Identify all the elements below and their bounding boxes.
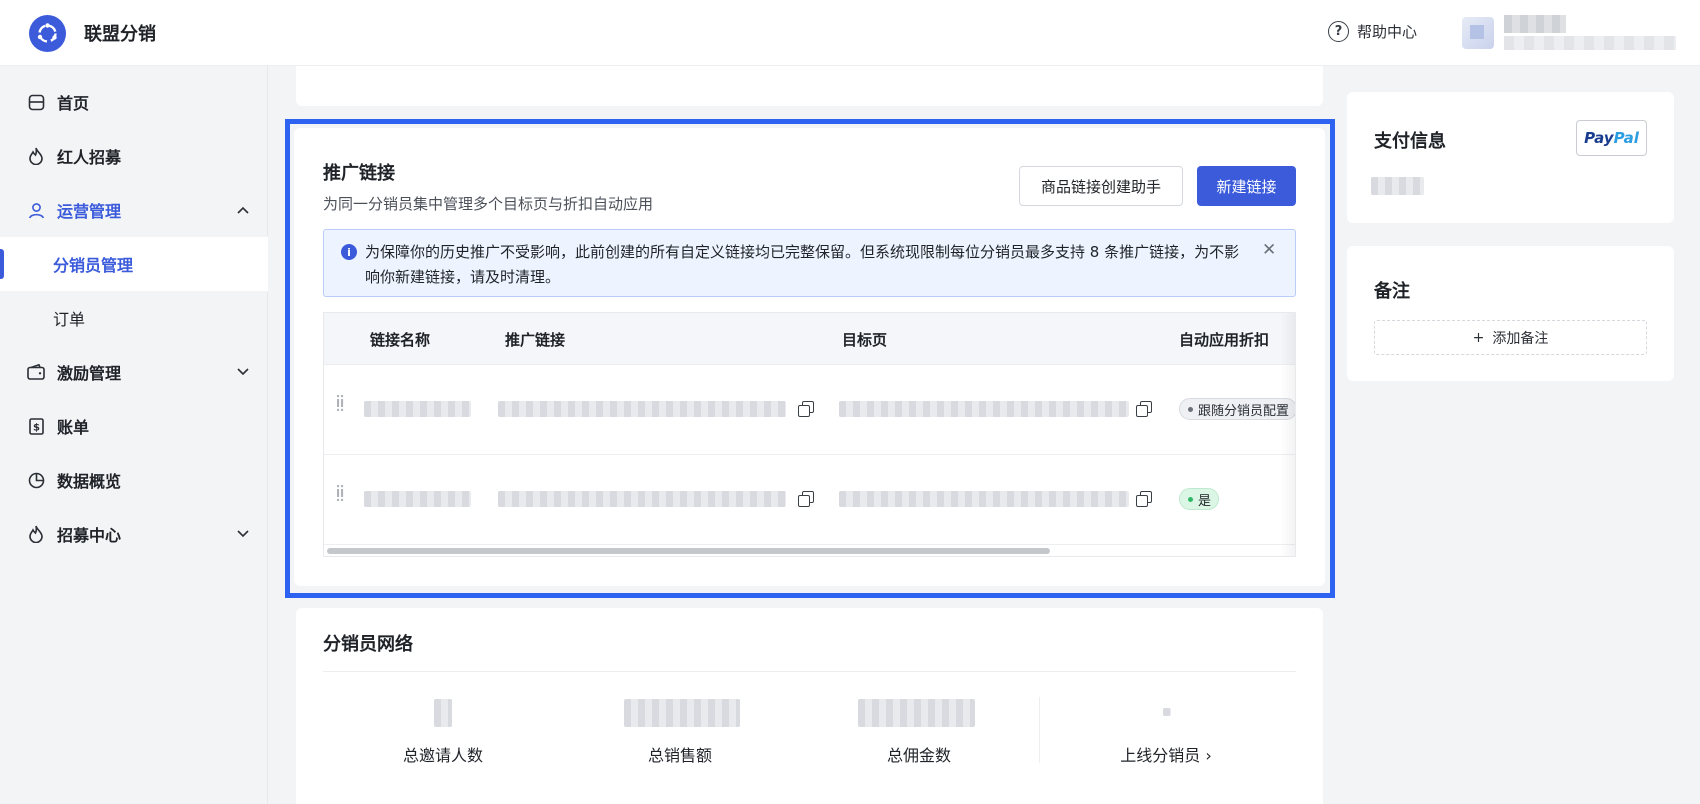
table-row[interactable]: ⠿ ⠿ 是 bbox=[324, 455, 1295, 545]
chevron-up-icon bbox=[236, 203, 250, 217]
sidebar-item-recruitment-center[interactable]: 招募中心 bbox=[0, 507, 268, 561]
total-commission-label: 总佣金数 bbox=[886, 746, 951, 765]
app-logo[interactable] bbox=[29, 15, 66, 52]
table-header: 链接名称 推广链接 目标页 自动应用折扣 bbox=[324, 313, 1295, 365]
link-limit-alert: i 为保障你的历史推广不受影响，此前创建的所有自定义链接均已完整保留。但系统现限… bbox=[323, 229, 1296, 297]
total-invites-label: 总邀请人数 bbox=[402, 746, 483, 765]
question-circle-icon: ? bbox=[1328, 21, 1349, 42]
flame-icon bbox=[27, 147, 45, 165]
sidebar: 首页 红人招募 运营管理 分销员管理 订单 激励管理 $ 账单 数据概览 招募中… bbox=[0, 66, 268, 804]
paypal-logo: Pay Pal bbox=[1576, 120, 1647, 156]
promotion-links-table: 链接名称 推广链接 目标页 自动应用折扣 ⠿ ⠿ 跟随分销员配置 ⠿ ⠿ 是 bbox=[323, 312, 1296, 557]
drag-handle-icon[interactable]: ⠿ ⠿ bbox=[335, 395, 345, 415]
user-name-redacted[interactable] bbox=[1504, 15, 1566, 33]
distributor-network-title: 分销员网络 bbox=[323, 634, 413, 655]
link-name-redacted bbox=[364, 401, 471, 417]
app-name: 联盟分销 bbox=[84, 24, 156, 45]
user-avatar[interactable] bbox=[1462, 17, 1494, 49]
sidebar-item-label: 运营管理 bbox=[57, 202, 122, 221]
total-invites-value-redacted bbox=[434, 699, 452, 727]
user-icon bbox=[27, 201, 45, 219]
sidebar-item-label: 账单 bbox=[57, 418, 90, 437]
total-sales-value-redacted bbox=[624, 699, 740, 727]
sidebar-item-label: 激励管理 bbox=[57, 364, 122, 383]
payment-info-title: 支付信息 bbox=[1374, 131, 1446, 152]
sidebar-item-home[interactable]: 首页 bbox=[0, 75, 268, 129]
upline-value-redacted bbox=[1163, 708, 1171, 716]
promotion-links-title: 推广链接 bbox=[323, 163, 395, 184]
sidebar-item-label: 首页 bbox=[57, 94, 90, 113]
target-page-redacted bbox=[839, 491, 1129, 507]
column-header-target-page: 目标页 bbox=[842, 331, 888, 349]
previous-card-bottom bbox=[296, 66, 1323, 106]
sidebar-item-label: 分销员管理 bbox=[53, 256, 134, 275]
payment-info-card bbox=[1347, 92, 1674, 223]
sidebar-item-operations[interactable]: 运营管理 bbox=[0, 183, 268, 237]
home-icon bbox=[27, 93, 45, 111]
horizontal-scrollbar[interactable] bbox=[327, 548, 1050, 554]
notes-title: 备注 bbox=[1374, 281, 1410, 302]
sidebar-item-distributor-management[interactable]: 分销员管理 bbox=[0, 237, 268, 291]
chevron-down-icon bbox=[236, 365, 250, 379]
sidebar-item-orders[interactable]: 订单 bbox=[0, 291, 268, 345]
column-header-link-name: 链接名称 bbox=[370, 331, 431, 349]
help-center-link[interactable]: ? 帮助中心 bbox=[1328, 21, 1417, 42]
logo-mark-icon bbox=[37, 23, 57, 43]
add-note-label: 添加备注 bbox=[1492, 330, 1549, 347]
column-header-promo-link: 推广链接 bbox=[505, 331, 566, 349]
chevron-down-icon bbox=[236, 527, 250, 541]
top-header: 联盟分销 ? 帮助中心 bbox=[0, 0, 1700, 66]
target-page-redacted bbox=[839, 401, 1129, 417]
paypal-logo-part2: Pal bbox=[1613, 129, 1639, 147]
discount-status-label: 是 bbox=[1198, 493, 1212, 509]
promo-link-redacted bbox=[498, 491, 786, 507]
drag-handle-icon[interactable]: ⠿ ⠿ bbox=[335, 485, 345, 505]
total-commission-value-redacted bbox=[858, 699, 975, 727]
payment-account-redacted bbox=[1371, 177, 1424, 195]
sidebar-item-label: 订单 bbox=[53, 310, 86, 329]
stat-divider bbox=[1039, 697, 1040, 763]
sidebar-item-incentives[interactable]: 激励管理 bbox=[0, 345, 268, 399]
svg-text:$: $ bbox=[33, 422, 40, 433]
discount-status-tag: 是 bbox=[1179, 488, 1220, 510]
help-center-label: 帮助中心 bbox=[1357, 23, 1418, 41]
new-link-button[interactable]: 新建链接 bbox=[1197, 166, 1296, 206]
notes-card bbox=[1347, 246, 1674, 381]
upline-distributor-link[interactable]: 上线分销员 › bbox=[1086, 742, 1246, 766]
copy-icon[interactable] bbox=[1136, 491, 1152, 507]
sidebar-item-label: 招募中心 bbox=[57, 526, 122, 545]
product-link-helper-button[interactable]: 商品链接创建助手 bbox=[1019, 166, 1183, 206]
wallet-icon bbox=[27, 363, 45, 381]
paypal-logo-part1: Pay bbox=[1584, 129, 1614, 147]
close-icon[interactable]: ✕ bbox=[1262, 240, 1276, 260]
user-email-redacted[interactable] bbox=[1504, 36, 1676, 50]
flame-icon bbox=[27, 525, 45, 543]
add-note-button[interactable]: + 添加备注 bbox=[1374, 320, 1647, 355]
dollar-icon: $ bbox=[27, 417, 45, 435]
link-name-redacted bbox=[364, 491, 471, 507]
info-icon: i bbox=[341, 244, 357, 260]
plus-icon: + bbox=[1472, 329, 1485, 346]
promotion-links-subtitle: 为同一分销员集中管理多个目标页与折扣自动应用 bbox=[323, 195, 654, 213]
promo-link-redacted bbox=[498, 401, 786, 417]
total-sales-label: 总销售额 bbox=[647, 746, 712, 765]
sidebar-item-bills[interactable]: $ 账单 bbox=[0, 399, 268, 453]
section-divider bbox=[323, 671, 1296, 672]
table-row[interactable]: ⠿ ⠿ 跟随分销员配置 bbox=[324, 365, 1295, 455]
copy-icon[interactable] bbox=[1136, 401, 1152, 417]
discount-status-tag: 跟随分销员配置 bbox=[1179, 398, 1295, 420]
column-header-auto-discount: 自动应用折扣 bbox=[1179, 331, 1270, 349]
sidebar-item-data-overview[interactable]: 数据概览 bbox=[0, 453, 268, 507]
status-dot bbox=[1188, 406, 1193, 412]
copy-icon[interactable] bbox=[798, 491, 814, 507]
pie-chart-icon bbox=[27, 471, 45, 489]
status-dot bbox=[1188, 496, 1193, 502]
sidebar-item-label: 红人招募 bbox=[57, 148, 122, 167]
alert-message: 为保障你的历史推广不受影响，此前创建的所有自定义链接均已完整保留。但系统现限制每… bbox=[365, 243, 1240, 286]
discount-status-label: 跟随分销员配置 bbox=[1198, 403, 1290, 419]
copy-icon[interactable] bbox=[798, 401, 814, 417]
sidebar-item-recruit-influencers[interactable]: 红人招募 bbox=[0, 129, 268, 183]
sidebar-item-label: 数据概览 bbox=[57, 472, 122, 491]
fixed-column-shadow bbox=[1280, 313, 1295, 556]
